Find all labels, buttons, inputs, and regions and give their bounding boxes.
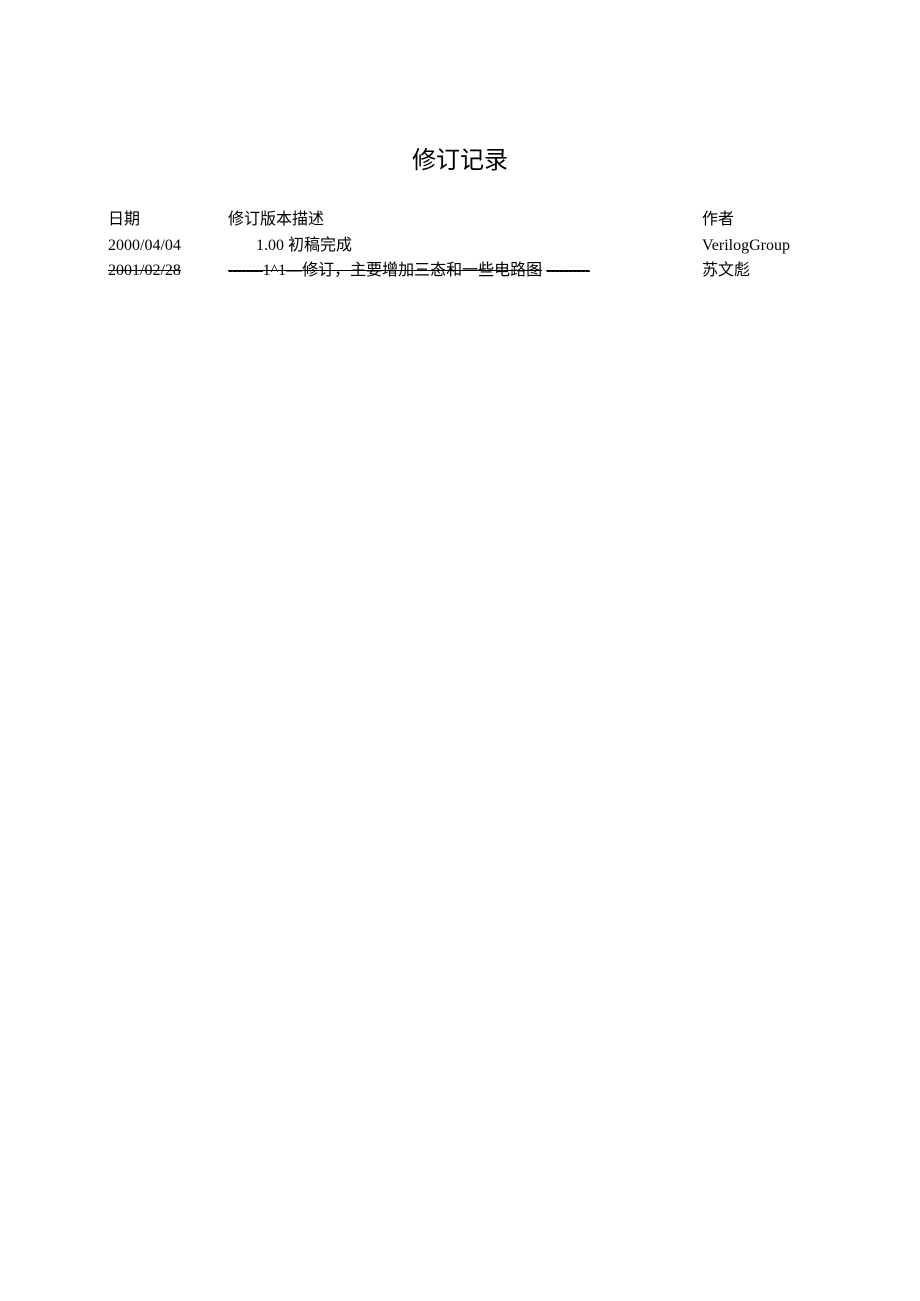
table-row: 2000/04/04 1.00 初稿完成 VerilogGroup [108,233,812,259]
cell-author: 苏文彪 [702,258,812,284]
cell-author: VerilogGroup [702,233,812,259]
document-page: 修订记录 日期 修订版本描述 作者 2000/04/04 1.00 初稿完成 V… [0,140,920,284]
header-date: 日期 [108,207,228,233]
cell-date-text: 2001/02/28 [108,262,181,279]
revision-table: 日期 修订版本描述 作者 2000/04/04 1.00 初稿完成 Verilo… [108,207,812,284]
cell-date: 2000/04/04 [108,233,228,259]
header-version-desc-label: 修订版本描述 [228,207,324,233]
dash-segment: ---------- [546,258,589,284]
dash-segment: — [286,258,302,284]
header-author: 作者 [702,207,812,233]
table-header-row: 日期 修订版本描述 作者 [108,207,812,233]
cell-version: 1.00 [256,233,284,259]
cell-version-desc: -------- 1^1 — 修订，主要增加三态和一些电路图 ---------… [228,258,702,284]
cell-desc: 修订，主要增加三态和一些电路图 [302,258,542,284]
cell-version: 1^1 [263,258,287,284]
page-title: 修订记录 [108,140,812,175]
cell-desc: 初稿完成 [288,233,352,259]
header-version-desc: 修订版本描述 [228,207,702,233]
dash-segment: -------- [228,258,263,284]
cell-version-desc: 1.00 初稿完成 [228,233,702,259]
table-row: 2001/02/28 -------- 1^1 — 修订，主要增加三态和一些电路… [108,258,812,284]
indent [228,233,256,259]
cell-date: 2001/02/28 [108,258,228,284]
